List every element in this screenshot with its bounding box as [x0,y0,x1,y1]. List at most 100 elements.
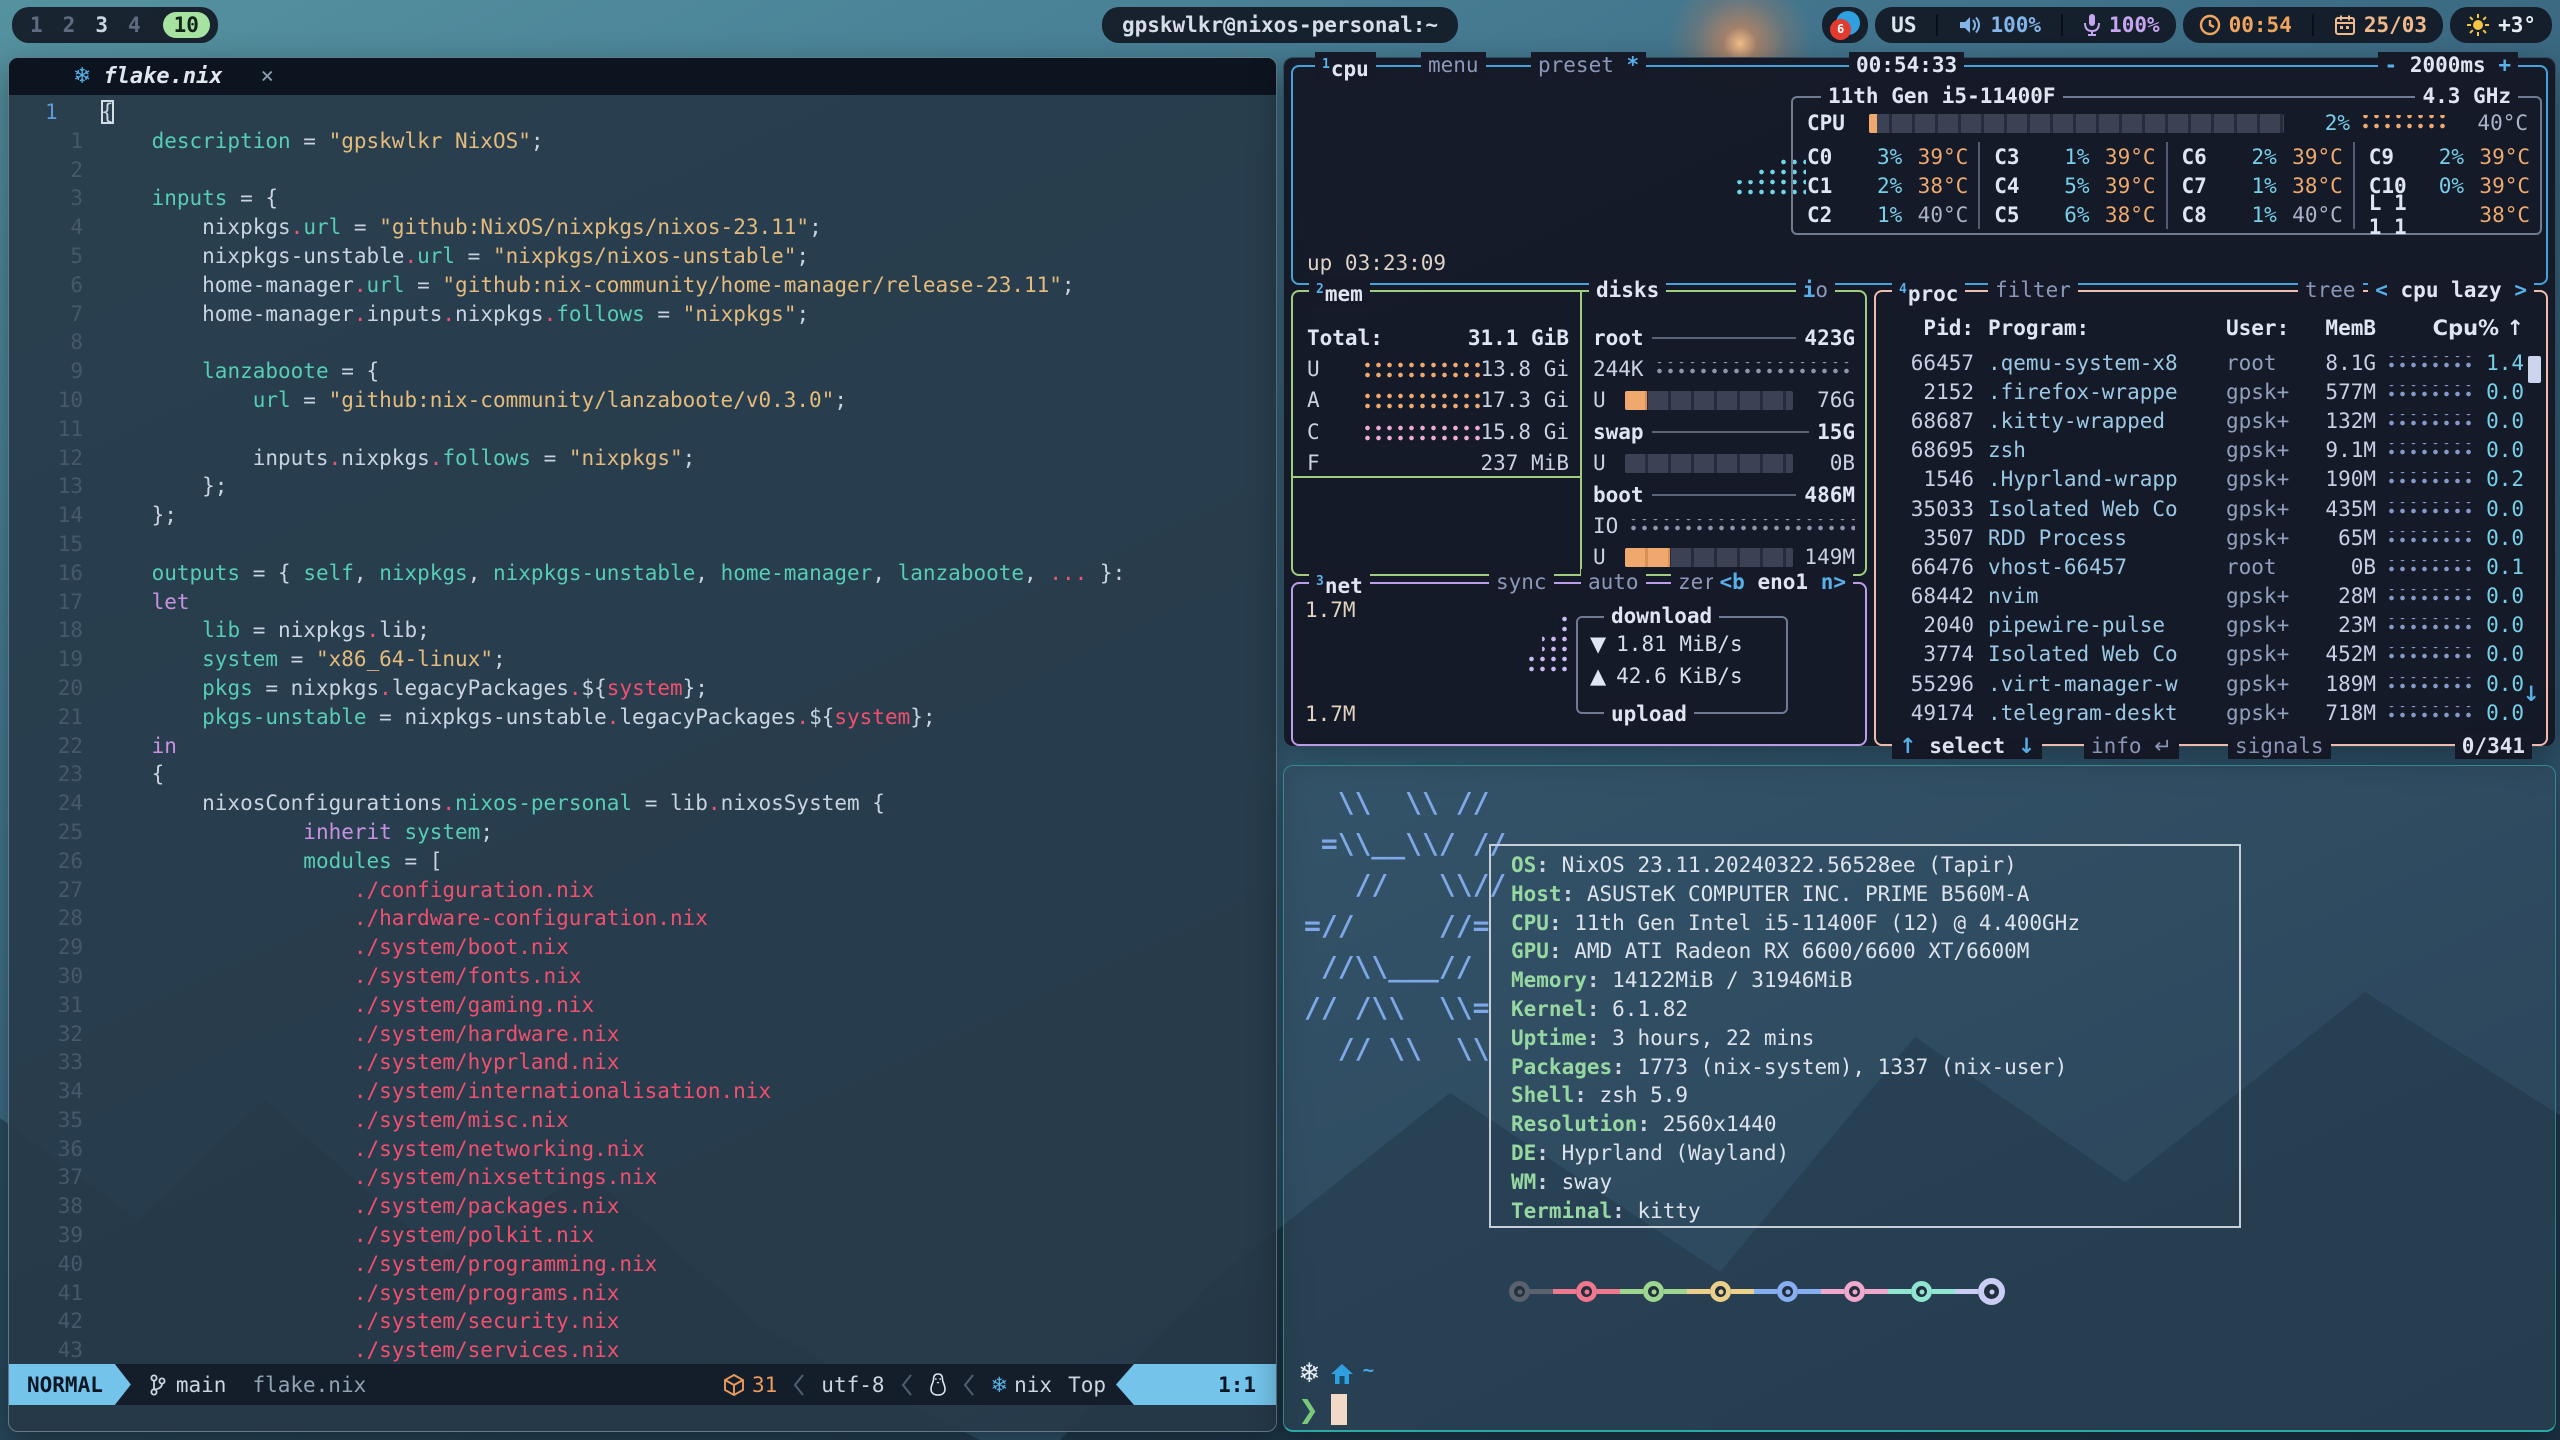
disks-box-title[interactable]: disks [1589,277,1666,303]
tray-badge: 6 [1830,19,1851,40]
code-line[interactable]: 30 ./system/fonts.nix [9,962,1276,991]
workspace-2[interactable]: 2 [63,13,76,37]
code-line[interactable]: 16 outputs = { self, nixpkgs, nixpkgs-un… [9,559,1276,588]
proc-row[interactable]: 2040pipewire-pulsegpsk+23M0.0 [1876,611,2546,640]
proc-row[interactable]: 2152.firefox-wrappegpsk+577M0.0 [1876,377,2546,406]
code-line[interactable]: 1 description = "gpskwlkr NixOS"; [9,127,1276,156]
proc-sort-selector[interactable]: < cpu lazy > [2368,277,2534,303]
code-line[interactable]: 28 ./hardware-configuration.nix [9,904,1276,933]
fetch-info-memory: Memory: 14122MiB / 31946MiB [1511,966,2080,995]
code-line[interactable]: 1{ [9,98,1276,127]
proc-row[interactable]: 3507RDD Processgpsk+65M0.0 [1876,523,2546,552]
cursor-position-badge: 1:1 [1116,1364,1276,1405]
code-line[interactable]: 21 pkgs-unstable = nixpkgs-unstable.lega… [9,703,1276,732]
editor-lines[interactable]: 1{1 description = "gpskwlkr NixOS";23 in… [9,95,1276,1364]
net-sync-button[interactable]: sync [1489,569,1554,595]
code-line[interactable]: 3 inputs = { [9,184,1276,213]
code-line[interactable]: 8 [9,328,1276,357]
code-line[interactable]: 26 modules = [ [9,847,1276,876]
code-line[interactable]: 15 [9,530,1276,559]
clock-indicator[interactable]: 00:54 [2199,13,2292,37]
code-line[interactable]: 37 ./system/nixsettings.nix [9,1163,1276,1192]
code-line[interactable]: 7 home-manager.inputs.nixpkgs.follows = … [9,300,1276,329]
proc-scrollbar[interactable] [2528,356,2541,383]
mem-box-title[interactable]: 2mem [1309,277,1370,307]
code-line[interactable]: 35 ./system/misc.nix [9,1106,1276,1135]
code-line[interactable]: 2 [9,156,1276,185]
proc-row[interactable]: 35033Isolated Web Cogpsk+435M0.0 [1876,494,2546,523]
code-line[interactable]: 32 ./system/hardware.nix [9,1020,1276,1049]
code-line[interactable]: 19 system = "x86_64-linux"; [9,645,1276,674]
proc-scroll-down-icon[interactable]: ↓ [2522,682,2540,706]
shell-prompt-input[interactable]: ❯ [1298,1394,1347,1425]
code-line[interactable]: 17 let [9,588,1276,617]
net-interface-selector[interactable]: <b eno1 n> [1713,569,1853,595]
workspace-1[interactable]: 1 [30,13,43,37]
code-line[interactable]: 4 nixpkgs.url = "github:NixOS/nixpkgs/ni… [9,213,1276,242]
code-line[interactable]: 23 { [9,760,1276,789]
workspace-active-badge[interactable]: 10 [163,12,210,38]
proc-row[interactable]: 49174.telegram-desktgpsk+718M0.0 [1876,698,2546,727]
disks-io-toggle[interactable]: io [1796,277,1835,303]
code-line[interactable]: 10 url = "github:nix-community/lanzaboot… [9,386,1276,415]
workspace-3[interactable]: 3 [95,13,108,37]
palette-color-dot [1710,1281,1731,1302]
workspace-switcher[interactable]: 1234 10 [12,7,218,43]
tray-app-icon[interactable]: 6 [1822,7,1868,43]
proc-info-control[interactable]: info ↵ [2084,733,2179,759]
code-line[interactable]: 22 in [9,732,1276,761]
proc-row[interactable]: 66476vhost-66457root0B0.1 [1876,552,2546,581]
proc-tree-button[interactable]: tree [2298,277,2363,303]
btop-menu-button[interactable]: menu [1421,52,1486,78]
proc-row[interactable]: 66457.qemu-system-x8root8.1G1.4 [1876,348,2546,377]
code-line[interactable]: 41 ./system/programs.nix [9,1279,1276,1308]
code-line[interactable]: 29 ./system/boot.nix [9,933,1276,962]
keyboard-layout[interactable]: US [1891,13,1916,37]
proc-row[interactable]: 3774Isolated Web Cogpsk+452M0.0 [1876,640,2546,669]
proc-select-control[interactable]: ↑ select ↓ [1892,733,2042,759]
tab-close-icon[interactable]: × [261,64,274,89]
workspace-4[interactable]: 4 [128,13,141,37]
net-auto-button[interactable]: auto [1581,569,1646,595]
code-line[interactable]: 25 inherit system; [9,818,1276,847]
btop-interval-control[interactable]: - 2000ms + [2378,52,2518,78]
code-line[interactable]: 20 pkgs = nixpkgs.legacyPackages.${syste… [9,674,1276,703]
date-indicator[interactable]: 25/03 [2334,13,2427,37]
code-line[interactable]: 24 nixosConfigurations.nixos-personal = … [9,789,1276,818]
code-line[interactable]: 14 }; [9,501,1276,530]
code-line[interactable]: 11 [9,415,1276,444]
code-line[interactable]: 43 ./system/services.nix [9,1336,1276,1364]
code-line[interactable]: 42 ./system/security.nix [9,1307,1276,1336]
code-line[interactable]: 31 ./system/gaming.nix [9,991,1276,1020]
palette-color-dot [1509,1281,1530,1302]
proc-filter-button[interactable]: filter [1988,277,2078,303]
mic-indicator[interactable]: 100% [2083,13,2160,37]
code-line[interactable]: 40 ./system/programming.nix [9,1250,1276,1279]
net-box-title[interactable]: 3net [1309,569,1370,599]
proc-row[interactable]: 55296.virt-manager-wgpsk+189M0.0 [1876,669,2546,698]
code-line[interactable]: 33 ./system/hyprland.nix [9,1048,1276,1077]
proc-row[interactable]: 68442nvimgpsk+28M0.0 [1876,582,2546,611]
code-line[interactable]: 27 ./configuration.nix [9,876,1276,905]
code-line[interactable]: 13 }; [9,472,1276,501]
code-line[interactable]: 12 inputs.nixpkgs.follows = "nixpkgs"; [9,444,1276,473]
code-line[interactable]: 6 home-manager.url = "github:nix-communi… [9,271,1276,300]
code-line[interactable]: 18 lib = nixpkgs.lib; [9,616,1276,645]
disk-bar: U0B [1593,448,1855,479]
code-line[interactable]: 34 ./system/internationalisation.nix [9,1077,1276,1106]
weather-pill[interactable]: +3° [2450,7,2552,43]
code-line[interactable]: 36 ./system/networking.nix [9,1135,1276,1164]
cpu-box-title[interactable]: 1cpu [1315,52,1376,82]
proc-row[interactable]: 1546.Hyprland-wrappgpsk+190M0.2 [1876,465,2546,494]
code-line[interactable]: 5 nixpkgs-unstable.url = "nixpkgs/nixos-… [9,242,1276,271]
tab-flake-nix[interactable]: ❄ flake.nix × [9,58,294,95]
proc-box-title[interactable]: 4proc [1892,277,1965,307]
code-line[interactable]: 9 lanzaboote = { [9,357,1276,386]
proc-row[interactable]: 68695zshgpsk+9.1M0.0 [1876,436,2546,465]
proc-row[interactable]: 68687.kitty-wrappedgpsk+132M0.0 [1876,406,2546,435]
proc-signals-control[interactable]: signals [2228,733,2331,759]
volume-indicator[interactable]: 100% [1958,13,2041,37]
btop-preset-button[interactable]: preset * [1531,52,1646,78]
code-line[interactable]: 39 ./system/polkit.nix [9,1221,1276,1250]
code-line[interactable]: 38 ./system/packages.nix [9,1192,1276,1221]
